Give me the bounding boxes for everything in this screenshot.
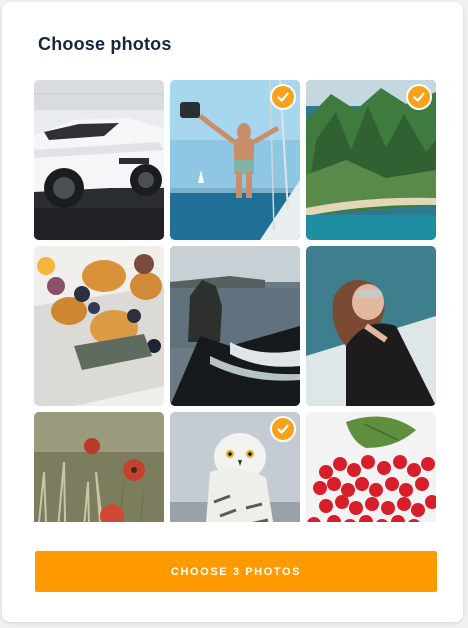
photo-tile[interactable] [34,412,164,522]
photo-car [34,80,164,240]
photo-flowers [34,412,164,522]
photo-tile[interactable] [306,246,436,406]
selected-check-icon [406,84,432,110]
photo-woman [306,246,436,406]
photo-tile[interactable] [306,80,436,240]
photo-beach [170,246,300,406]
dialog-title: Choose photos [38,34,172,54]
photo-tile[interactable] [170,246,300,406]
photo-tile[interactable] [170,412,300,522]
photo-tile[interactable] [34,80,164,240]
photo-grid [34,80,436,522]
photo-tile[interactable] [170,80,300,240]
selected-check-icon [270,416,296,442]
photo-currants [306,412,436,522]
choose-photos-button[interactable]: CHOOSE 3 PHOTOS [35,551,437,592]
selected-check-icon [270,84,296,110]
photo-tile[interactable] [306,412,436,522]
photo-croissants [34,246,164,406]
photo-tile[interactable] [34,246,164,406]
photo-picker-card: Choose photos CHOOSE 3 PHOTOS [2,2,463,622]
